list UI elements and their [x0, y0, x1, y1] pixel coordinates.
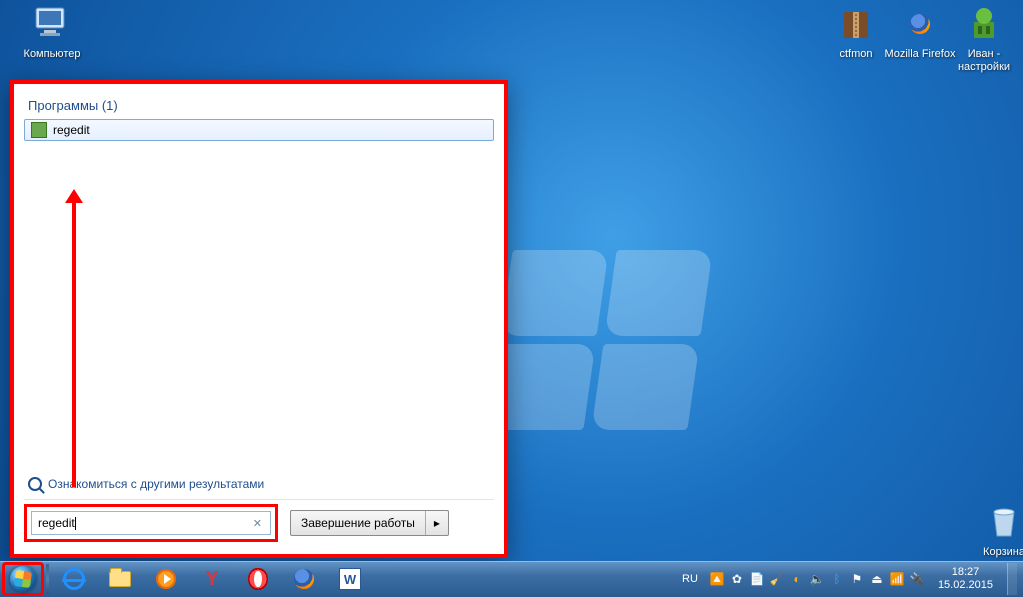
search-result-label: regedit	[53, 123, 90, 137]
tray-icon-power[interactable]: 🔌	[910, 572, 924, 586]
ie-icon	[63, 568, 85, 590]
word-icon: W	[339, 568, 361, 590]
show-desktop-button[interactable]	[1007, 563, 1017, 595]
start-button[interactable]	[2, 562, 44, 596]
computer-icon	[32, 4, 72, 44]
yandex-icon: Y	[205, 569, 218, 589]
tray-icon-updates[interactable]: ◐	[790, 572, 804, 586]
regedit-icon	[31, 122, 47, 138]
archive-icon	[836, 4, 876, 44]
desktop-icon-label: ctfmon	[820, 48, 892, 61]
search-box-highlight: regedit ✕	[24, 504, 278, 542]
taskbar-pin-word[interactable]: W	[328, 564, 372, 594]
firefox-icon	[294, 569, 314, 589]
taskbar: Y W RU 🔼 ✿ 📄 🧹 ◐ 🔈 ᛒ ⚑ ⏏ 📶 🔌 18:27 15.02…	[0, 561, 1023, 597]
tray-icon-app2[interactable]: 📄	[750, 572, 764, 586]
taskbar-pin-yandex[interactable]: Y	[190, 564, 234, 594]
shutdown-label: Завершение работы	[291, 511, 425, 535]
shutdown-options-arrow[interactable]: ▸	[425, 511, 448, 535]
language-indicator[interactable]: RU	[678, 571, 702, 587]
taskbar-pin-explorer[interactable]	[98, 564, 142, 594]
tray-icon-security[interactable]: 🔼	[710, 572, 724, 586]
clock-date: 15.02.2015	[938, 579, 993, 592]
clear-search-icon[interactable]: ✕	[251, 517, 264, 530]
search-result-regedit[interactable]: regedit	[24, 119, 494, 141]
desktop-icon-label: Компьютер	[16, 48, 88, 61]
search-results-header: Программы (1)	[24, 96, 494, 119]
text-caret	[75, 517, 76, 530]
taskbar-pin-opera[interactable]	[236, 564, 280, 594]
tray-icon-safely-remove[interactable]: ⏏	[870, 572, 884, 586]
taskbar-clock[interactable]: 18:27 15.02.2015	[932, 566, 999, 591]
desktop-icon-ivan-settings[interactable]: Иван - настройки	[948, 4, 1020, 74]
tray-icon-volume[interactable]: 🔈	[810, 572, 824, 586]
tray-icon-bluetooth[interactable]: ᛒ	[830, 572, 844, 586]
system-tray: RU 🔼 ✿ 📄 🧹 ◐ 🔈 ᛒ ⚑ ⏏ 📶 🔌 18:27 15.02.201…	[678, 563, 1017, 595]
settings-icon	[964, 4, 1004, 44]
media-player-icon	[156, 569, 176, 589]
clock-time: 18:27	[938, 566, 993, 579]
start-menu: Программы (1) regedit Ознакомиться с дру…	[10, 80, 508, 558]
desktop-icon-ctfmon[interactable]: ctfmon	[820, 4, 892, 61]
annotation-arrow	[72, 201, 76, 487]
trash-icon	[984, 502, 1023, 542]
desktop-icon-computer[interactable]: Компьютер	[16, 4, 88, 61]
tray-icon-flag[interactable]: ⚑	[850, 572, 864, 586]
see-more-results-label: Ознакомиться с другими результатами	[48, 477, 264, 491]
tray-icon-app1[interactable]: ✿	[730, 572, 744, 586]
desktop-icon-recycle-bin[interactable]: Корзина	[968, 502, 1023, 559]
folder-icon	[109, 571, 131, 587]
windows-orb-icon	[10, 566, 36, 592]
desktop-icon-label: Иван - настройки	[948, 48, 1020, 74]
see-more-results-link[interactable]: Ознакомиться с другими результатами	[24, 469, 494, 499]
desktop-icon-label: Корзина	[968, 546, 1023, 559]
firefox-icon	[900, 4, 940, 44]
search-icon	[28, 477, 42, 491]
opera-icon	[248, 568, 268, 590]
taskbar-pin-firefox[interactable]	[282, 564, 326, 594]
desktop-icon-firefox[interactable]: Mozilla Firefox	[884, 4, 956, 61]
search-input-value: regedit	[38, 516, 75, 530]
desktop-icon-label: Mozilla Firefox	[884, 48, 956, 61]
windows-logo-watermark	[487, 250, 712, 430]
start-menu-search-input[interactable]: regedit ✕	[31, 511, 271, 535]
taskbar-divider	[46, 564, 49, 594]
tray-icon-clean[interactable]: 🧹	[770, 572, 784, 586]
shutdown-button[interactable]: Завершение работы ▸	[290, 510, 449, 536]
taskbar-pin-wmp[interactable]	[144, 564, 188, 594]
tray-icon-network[interactable]: 📶	[890, 572, 904, 586]
taskbar-pin-ie[interactable]	[52, 564, 96, 594]
